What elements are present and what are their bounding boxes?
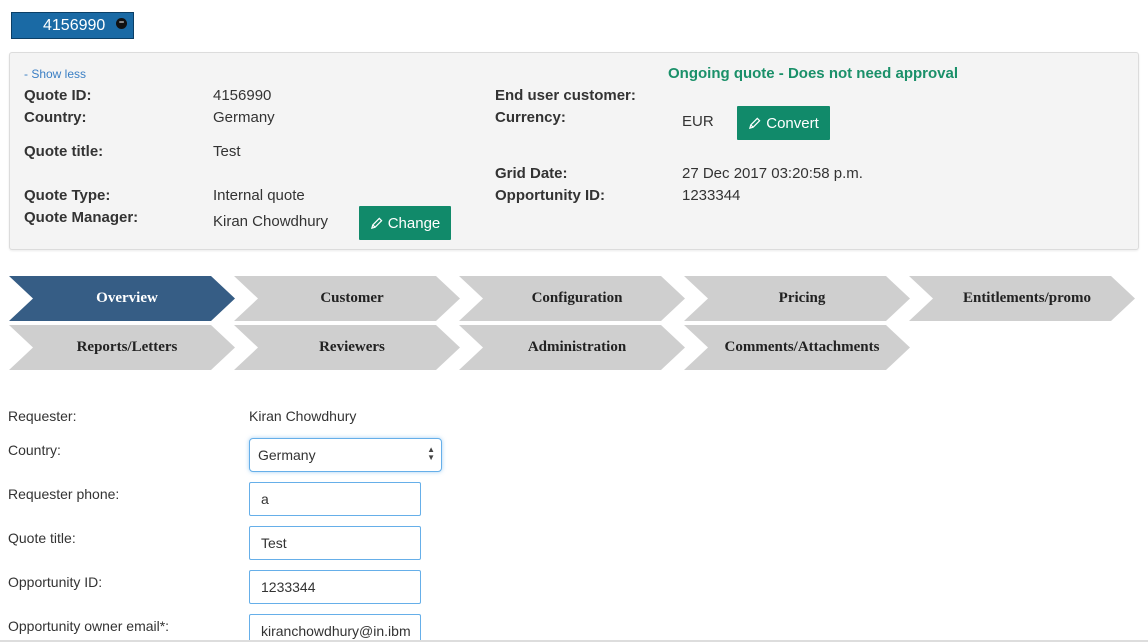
step-label: Customer — [320, 290, 384, 306]
grid-date-value: 27 Dec 2017 03:20:58 p.m. — [682, 165, 863, 182]
step-overview[interactable]: Overview — [9, 276, 235, 321]
quote-manager-label: Quote Manager: — [24, 209, 139, 226]
step-comments-attachments[interactable]: Comments/Attachments — [684, 325, 910, 370]
requester-label: Requester: — [8, 408, 77, 424]
quote-title-field-label: Quote title: — [8, 530, 76, 546]
country-field-label: Country: — [8, 442, 61, 458]
convert-button-label: Convert — [766, 114, 819, 132]
quote-title-input[interactable]: Test — [249, 526, 421, 560]
step-label: Comments/Attachments — [724, 339, 880, 355]
country-value: Germany — [213, 109, 275, 126]
convert-currency-button[interactable]: Convert — [737, 106, 830, 140]
step-label: Administration — [527, 339, 627, 355]
pencil-icon — [370, 217, 383, 229]
quote-tab-label: 4156990 — [43, 17, 106, 34]
opportunity-id-field-label: Opportunity ID: — [8, 574, 103, 590]
opportunity-id-label: Opportunity ID: — [495, 187, 605, 204]
step-label: Entitlements/promo — [962, 290, 1092, 306]
quote-status: Ongoing quote - Does not need approval — [668, 65, 959, 82]
quote-tab[interactable]: 4156990 − — [11, 12, 134, 39]
step-reports-letters[interactable]: Reports/Letters — [9, 325, 235, 370]
quote-id-label: Quote ID: — [24, 87, 92, 104]
opportunity-id-value: 1233344 — [682, 187, 741, 204]
opportunity-id-input[interactable]: 1233344 — [249, 570, 421, 604]
grid-date-label: Grid Date: — [495, 165, 568, 182]
step-label: Configuration — [531, 290, 623, 306]
country-select[interactable]: Germany ▲ ▼ — [249, 438, 442, 472]
step-pricing[interactable]: Pricing — [684, 276, 910, 321]
country-label: Country: — [24, 109, 87, 126]
step-entitlements-promo[interactable]: Entitlements/promo — [909, 276, 1135, 321]
step-administration[interactable]: Administration — [459, 325, 685, 370]
country-select-value: Germany — [258, 447, 316, 463]
quote-type-value: Internal quote — [213, 187, 305, 204]
end-user-customer-label: End user customer: — [495, 87, 636, 104]
step-label: Pricing — [778, 290, 826, 306]
pencil-icon — [749, 117, 761, 129]
change-button-label: Change — [387, 214, 441, 232]
requester-phone-input[interactable]: a — [249, 482, 421, 516]
show-less-link[interactable]: - Show less — [24, 67, 86, 81]
currency-value: EUR — [682, 113, 714, 130]
quote-title-label: Quote title: — [24, 143, 104, 160]
minus-circle-icon[interactable]: − — [116, 18, 127, 29]
quote-id-value: 4156990 — [213, 87, 272, 104]
select-arrows-icon: ▲ ▼ — [427, 445, 435, 462]
quote-summary-panel — [9, 52, 1139, 250]
step-label: Overview — [96, 290, 158, 306]
step-configuration[interactable]: Configuration — [459, 276, 685, 321]
step-label: Reports/Letters — [76, 339, 178, 355]
quote-manager-value: Kiran Chowdhury — [213, 213, 329, 230]
owner-email-label: Opportunity owner email*: — [8, 618, 170, 634]
owner-email-input[interactable]: kiranchowdhury@in.ibm — [249, 614, 421, 642]
requester-phone-label: Requester phone: — [8, 486, 120, 502]
step-reviewers[interactable]: Reviewers — [234, 325, 460, 370]
step-label: Reviewers — [319, 339, 385, 355]
currency-label: Currency: — [495, 109, 566, 126]
step-customer[interactable]: Customer — [234, 276, 460, 321]
change-manager-button[interactable]: Change — [359, 206, 451, 240]
quote-title-value: Test — [213, 143, 241, 160]
quote-type-label: Quote Type: — [24, 187, 111, 204]
requester-value: Kiran Chowdhury — [249, 408, 357, 424]
